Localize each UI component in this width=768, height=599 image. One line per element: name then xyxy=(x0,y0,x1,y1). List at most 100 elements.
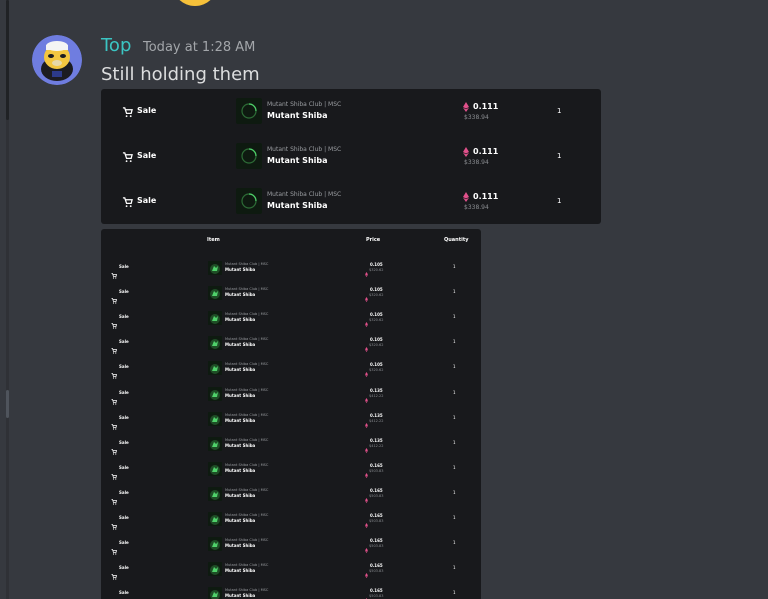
collection-name[interactable]: Mutant Shiba Club | MSC xyxy=(225,438,268,442)
item-name[interactable]: Mutant Shiba xyxy=(225,267,255,272)
collection-name[interactable]: Mutant Shiba Club | MSC xyxy=(225,413,268,417)
item-name[interactable]: Mutant Shiba xyxy=(225,317,255,322)
scrollbar-thumb[interactable] xyxy=(6,0,9,120)
table-row: Sale Mutant Shiba Club | MSC Mutant Shiba 0… xyxy=(101,405,481,430)
collection-name[interactable]: Mutant Shiba Club | MSC xyxy=(225,463,268,467)
price-eth: 0.165 xyxy=(370,538,383,544)
scrollbar[interactable] xyxy=(6,0,9,599)
item-name[interactable]: Mutant Shiba xyxy=(267,156,328,165)
collection-name[interactable]: Mutant Shiba Club | MSC xyxy=(267,101,341,108)
nft-thumbnail[interactable] xyxy=(236,98,262,124)
collection-name[interactable]: Mutant Shiba Club | MSC xyxy=(225,388,268,392)
nft-thumbnail[interactable] xyxy=(208,436,222,451)
sales-embed-large[interactable]: Sale Mutant Shiba Club | MSC Mutant Shib… xyxy=(101,89,601,224)
event-label: Sale xyxy=(119,289,129,295)
item-name[interactable]: Mutant Shiba xyxy=(225,443,255,448)
shopping-cart-icon xyxy=(111,540,118,555)
item-name[interactable]: Mutant Shiba xyxy=(225,518,255,523)
shopping-cart-icon xyxy=(111,440,118,455)
nft-thumbnail[interactable] xyxy=(208,537,222,552)
nft-thumbnail[interactable] xyxy=(208,461,222,476)
event-label: Sale xyxy=(119,339,129,345)
item-name[interactable]: Mutant Shiba xyxy=(225,292,255,297)
message-text: Still holding them xyxy=(101,64,260,85)
nft-thumbnail[interactable] xyxy=(208,386,222,401)
collection-name[interactable]: Mutant Shiba Club | MSC xyxy=(267,191,341,198)
item-name[interactable]: Mutant Shiba xyxy=(225,468,255,473)
nft-thumbnail[interactable] xyxy=(208,486,222,501)
ethereum-icon xyxy=(463,192,469,202)
item-name[interactable]: Mutant Shiba xyxy=(225,418,255,423)
ethereum-icon xyxy=(463,147,469,157)
collection-name[interactable]: Mutant Shiba Club | MSC xyxy=(225,488,268,492)
nft-thumbnail[interactable] xyxy=(208,311,222,326)
nft-thumbnail[interactable] xyxy=(208,587,222,599)
nft-thumbnail[interactable] xyxy=(208,286,222,301)
username[interactable]: Top xyxy=(101,35,131,56)
ethereum-icon xyxy=(365,388,368,403)
item-name[interactable]: Mutant Shiba xyxy=(225,543,255,548)
quantity: 1 xyxy=(453,314,456,320)
table-row: Sale Mutant Shiba Club | MSC Mutant Shiba 0… xyxy=(101,329,481,354)
collection-name[interactable]: Mutant Shiba Club | MSC xyxy=(225,362,268,366)
collection-name[interactable]: Mutant Shiba Club | MSC xyxy=(225,262,268,266)
table-row: Sale Mutant Shiba Club | MSC Mutant Shiba 0… xyxy=(101,555,481,580)
item-name[interactable]: Mutant Shiba xyxy=(267,201,328,210)
column-header-price: Price xyxy=(366,237,381,243)
table-row: Sale Mutant Shiba Club | MSC Mutant Shib… xyxy=(101,89,601,134)
event-label: Sale xyxy=(119,389,129,395)
item-name[interactable]: Mutant Shiba xyxy=(225,568,255,573)
event-label: Sale xyxy=(119,565,129,571)
event-label: Sale xyxy=(119,464,129,470)
collection-name[interactable]: Mutant Shiba Club | MSC xyxy=(225,588,268,592)
nft-thumbnail[interactable] xyxy=(236,188,262,214)
price-eth: 0.165 xyxy=(370,588,383,594)
quantity: 1 xyxy=(453,364,456,370)
nft-thumbnail[interactable] xyxy=(208,336,222,351)
ethereum-icon xyxy=(365,488,368,503)
event-label: Sale xyxy=(137,106,157,115)
nft-thumbnail[interactable] xyxy=(208,361,222,376)
quantity: 1 xyxy=(453,439,456,445)
nft-thumbnail[interactable] xyxy=(208,562,222,577)
ethereum-icon xyxy=(365,588,368,599)
ethereum-icon xyxy=(365,513,368,528)
table-row: Sale Mutant Shiba Club | MSC Mutant Shiba 0… xyxy=(101,279,481,304)
item-name[interactable]: Mutant Shiba xyxy=(225,393,255,398)
collection-name[interactable]: Mutant Shiba Club | MSC xyxy=(225,337,268,341)
event-label: Sale xyxy=(119,264,129,269)
item-name[interactable]: Mutant Shiba xyxy=(225,493,255,498)
item-name[interactable]: Mutant Shiba xyxy=(267,111,328,120)
item-name[interactable]: Mutant Shiba xyxy=(225,342,255,347)
nft-thumbnail[interactable] xyxy=(208,411,222,426)
collection-name[interactable]: Mutant Shiba Club | MSC xyxy=(225,563,268,567)
price-eth: 0.105 xyxy=(370,337,383,343)
event-label: Sale xyxy=(119,515,129,520)
table-row: Sale Mutant Shiba Club | MSC Mutant Shiba 0… xyxy=(101,455,481,480)
table-row: Sale Mutant Shiba Club | MSC Mutant Shiba 0… xyxy=(101,530,481,555)
item-name[interactable]: Mutant Shiba xyxy=(225,593,255,598)
loading-spinner-icon xyxy=(241,193,257,209)
nft-thumbnail[interactable] xyxy=(208,261,222,275)
collection-name[interactable]: Mutant Shiba Club | MSC xyxy=(267,146,341,153)
sales-embed-small[interactable]: Item Price Quantity Sale Mutant Shiba Clu… xyxy=(101,229,481,599)
item-name[interactable]: Mutant Shiba xyxy=(225,367,255,372)
table-row: Sale Mutant Shiba Club | MSC Mutant Shiba 0… xyxy=(101,430,481,455)
collection-name[interactable]: Mutant Shiba Club | MSC xyxy=(225,538,268,542)
shopping-cart-icon xyxy=(111,390,118,405)
collection-name[interactable]: Mutant Shiba Club | MSC xyxy=(225,287,268,291)
previous-message-avatar[interactable] xyxy=(172,0,218,6)
ethereum-icon xyxy=(365,287,368,303)
avatar[interactable] xyxy=(32,35,82,85)
quantity: 1 xyxy=(557,152,562,160)
chat-area: Top Today at 1:28 AM Still holding them … xyxy=(0,0,768,599)
price-eth: 0.165 xyxy=(370,462,383,468)
collection-name[interactable]: Mutant Shiba Club | MSC xyxy=(225,312,268,316)
collection-name[interactable]: Mutant Shiba Club | MSC xyxy=(225,513,268,517)
nft-thumbnail[interactable] xyxy=(236,143,262,169)
price-usd: $320.62 xyxy=(369,293,384,298)
shopping-cart-icon xyxy=(122,107,133,118)
quantity: 1 xyxy=(557,197,562,205)
nft-thumbnail[interactable] xyxy=(208,512,222,526)
price-usd: $412.22 xyxy=(369,443,384,448)
